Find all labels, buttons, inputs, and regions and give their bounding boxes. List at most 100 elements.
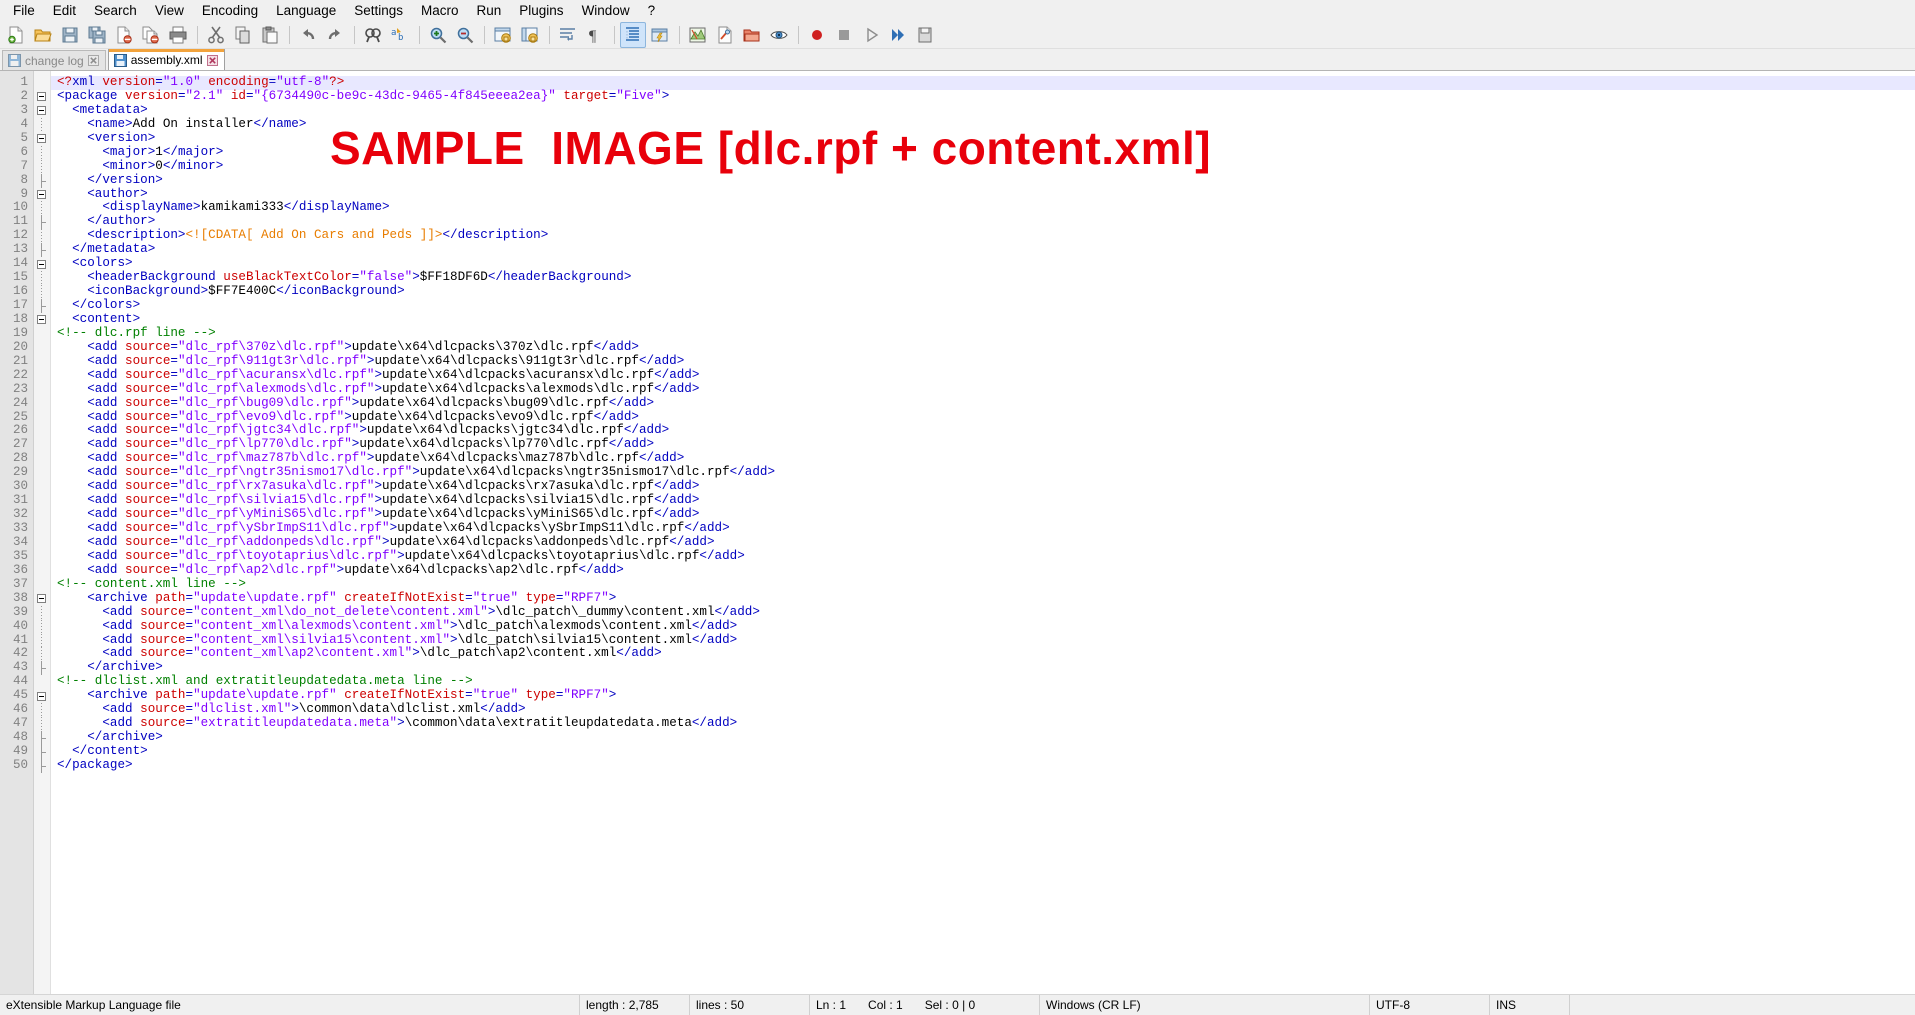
code-line[interactable]: <version> [51,131,1915,146]
code-line[interactable]: </archive> [51,660,1915,675]
code-line[interactable]: <package version="2.1" id="{6734490c-be9… [51,89,1915,104]
code-line[interactable]: <add source="extratitleupdatedata.meta">… [51,716,1915,731]
zoom-out-icon[interactable] [452,22,478,48]
tab-close-icon[interactable] [87,55,99,66]
code-line[interactable]: <!-- dlc.rpf line --> [51,326,1915,341]
code-line[interactable]: <!-- dlclist.xml and extratitleupdatedat… [51,674,1915,689]
fold-marker[interactable] [34,257,50,271]
fold-marker[interactable] [34,132,50,146]
menu-item-edit[interactable]: Edit [44,1,85,21]
sync-horizontal-scroll-icon[interactable] [517,22,543,48]
code-line[interactable]: </colors> [51,298,1915,313]
fold-marker[interactable] [34,689,50,703]
menu-item-language[interactable]: Language [267,1,345,21]
indent-guide-icon[interactable] [620,22,646,48]
menu-item-window[interactable]: Window [573,1,639,21]
code-line[interactable]: <add source="content_xml\ap2\content.xml… [51,646,1915,661]
close-file-icon[interactable] [111,22,137,48]
code-line[interactable]: <metadata> [51,103,1915,118]
code-line[interactable]: <author> [51,187,1915,202]
code-line[interactable]: <add source="dlclist.xml">\common\data\d… [51,702,1915,717]
word-wrap-icon[interactable] [555,22,581,48]
menu-item-search[interactable]: Search [85,1,146,21]
code-line[interactable]: <minor>0</minor> [51,159,1915,174]
fold-marker[interactable] [34,104,50,118]
save-all-icon[interactable] [84,22,110,48]
code-line[interactable]: <?xml version="1.0" encoding="utf-8"?> [51,75,1915,90]
code-line[interactable]: <add source="dlc_rpf\lp770\dlc.rpf">upda… [51,437,1915,452]
folder-as-workspace-icon[interactable] [739,22,765,48]
user-defined-dialog-icon[interactable] [647,22,673,48]
code-line[interactable]: </archive> [51,730,1915,745]
redo-icon[interactable] [322,22,348,48]
menu-item-macro[interactable]: Macro [412,1,468,21]
menu-item-view[interactable]: View [146,1,193,21]
function-list-icon[interactable] [712,22,738,48]
show-all-chars-icon[interactable]: ¶ [582,22,608,48]
document-map-icon[interactable] [685,22,711,48]
code-line[interactable]: <add source="dlc_rpf\ySbrImpS11\dlc.rpf"… [51,521,1915,536]
code-line[interactable]: <add source="dlc_rpf\maz787b\dlc.rpf">up… [51,451,1915,466]
code-line[interactable]: <add source="content_xml\alexmods\conten… [51,619,1915,634]
code-line[interactable]: <add source="dlc_rpf\addonpeds\dlc.rpf">… [51,535,1915,550]
code-line[interactable]: </author> [51,214,1915,229]
cut-icon[interactable] [203,22,229,48]
code-line[interactable]: <add source="dlc_rpf\alexmods\dlc.rpf">u… [51,382,1915,397]
fold-marker[interactable] [34,188,50,202]
print-icon[interactable] [165,22,191,48]
paste-icon[interactable] [257,22,283,48]
document-tab[interactable]: assembly.xml [107,49,225,70]
save-icon[interactable] [57,22,83,48]
code-line[interactable]: </package> [51,758,1915,773]
fold-marker[interactable] [34,313,50,327]
code-line[interactable]: <add source="dlc_rpf\yMiniS65\dlc.rpf">u… [51,507,1915,522]
menu-item-file[interactable]: File [4,1,44,21]
fold-marker[interactable] [34,90,50,104]
code-line[interactable]: <colors> [51,256,1915,271]
code-line[interactable]: <!-- content.xml line --> [51,577,1915,592]
open-file-icon[interactable] [30,22,56,48]
code-line[interactable]: <add source="dlc_rpf\370z\dlc.rpf">updat… [51,340,1915,355]
code-line[interactable]: <add source="dlc_rpf\rx7asuka\dlc.rpf">u… [51,479,1915,494]
code-line[interactable]: <iconBackground>$FF7E400C</iconBackgroun… [51,284,1915,299]
code-line[interactable]: <add source="dlc_rpf\silvia15\dlc.rpf">u… [51,493,1915,508]
replace-icon[interactable]: ab [387,22,413,48]
code-line[interactable]: <add source="dlc_rpf\acuransx\dlc.rpf">u… [51,368,1915,383]
code-line[interactable]: <content> [51,312,1915,327]
code-line[interactable]: <displayName>kamikami333</displayName> [51,200,1915,215]
new-file-icon[interactable] [3,22,29,48]
editor-area[interactable]: 1 2 3 4 5 6 7 8 9 10 11 12 13 14 15 16 17 18 19 20 21 22 23 24 2… [0,71,1915,994]
code-line[interactable]: </content> [51,744,1915,759]
code-text-area[interactable]: <?xml version="1.0" encoding="utf-8"?> <p… [51,71,1915,994]
code-line[interactable]: </metadata> [51,242,1915,257]
code-line[interactable]: <add source="dlc_rpf\bug09\dlc.rpf">upda… [51,396,1915,411]
code-line[interactable]: <add source="dlc_rpf\ap2\dlc.rpf">update… [51,563,1915,578]
document-tab[interactable]: change log [2,50,106,70]
menu-item-[interactable]: ? [639,1,665,21]
code-line[interactable]: <headerBackground useBlackTextColor="fal… [51,270,1915,285]
macro-play-icon[interactable] [858,22,884,48]
macro-run-multiple-icon[interactable] [885,22,911,48]
code-line[interactable]: <description><![CDATA[ Add On Cars and P… [51,228,1915,243]
code-folding-margin[interactable] [34,71,51,994]
close-all-icon[interactable] [138,22,164,48]
menu-item-plugins[interactable]: Plugins [510,1,572,21]
code-line[interactable]: <add source="dlc_rpf\evo9\dlc.rpf">updat… [51,410,1915,425]
code-line[interactable]: <add source="dlc_rpf\toyotaprius\dlc.rpf… [51,549,1915,564]
menu-item-run[interactable]: Run [468,1,511,21]
menu-item-encoding[interactable]: Encoding [193,1,267,21]
code-line[interactable]: </version> [51,173,1915,188]
code-line[interactable]: <add source="dlc_rpf\911gt3r\dlc.rpf">up… [51,354,1915,369]
tab-close-icon[interactable] [206,54,218,66]
copy-icon[interactable] [230,22,256,48]
macro-save-icon[interactable] [912,22,938,48]
macro-stop-icon[interactable] [831,22,857,48]
code-line[interactable]: <name>Add On installer</name> [51,117,1915,132]
sync-vertical-scroll-icon[interactable] [490,22,516,48]
monitoring-icon[interactable] [766,22,792,48]
menu-item-settings[interactable]: Settings [345,1,412,21]
undo-icon[interactable] [295,22,321,48]
code-line[interactable]: <archive path="update\update.rpf" create… [51,688,1915,703]
code-line[interactable]: <add source="content_xml\silvia15\conten… [51,633,1915,648]
fold-marker[interactable] [34,592,50,606]
